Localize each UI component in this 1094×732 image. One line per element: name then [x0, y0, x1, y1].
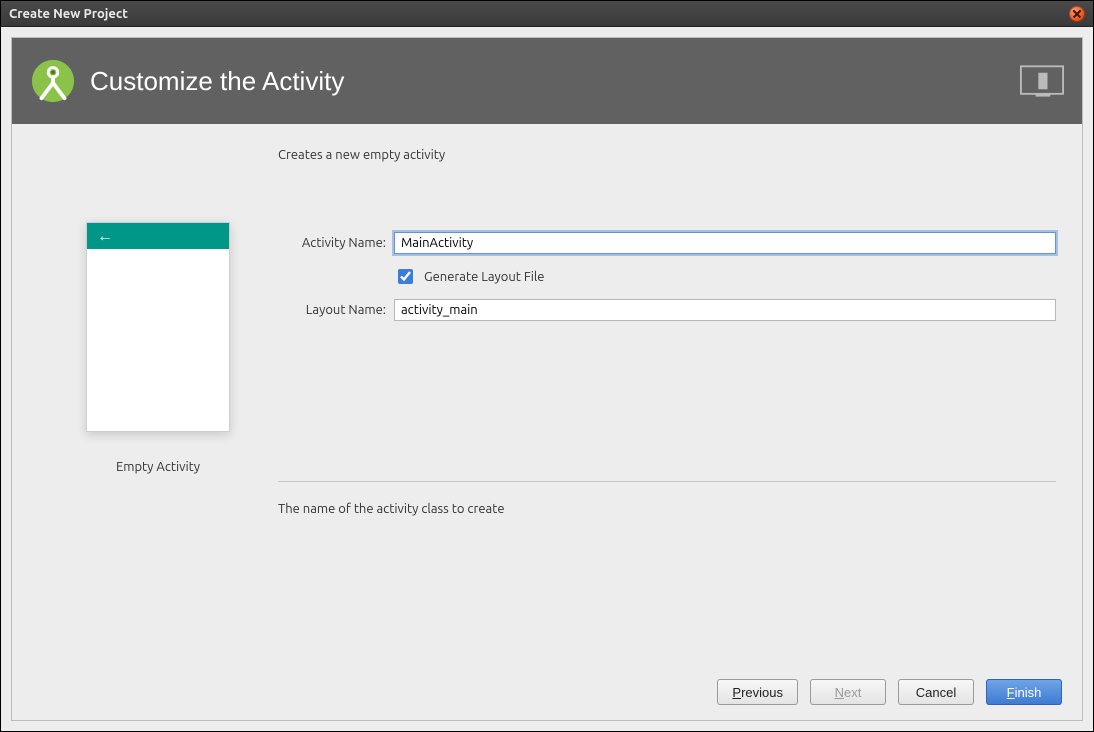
layout-name-input[interactable]: [394, 299, 1056, 321]
page-title: Customize the Activity: [90, 66, 1020, 97]
config-form: Activity Name: Generate Layout File Layo…: [278, 232, 1056, 321]
wizard-footer: Previous Next Cancel Finish: [12, 664, 1082, 720]
separator: [278, 481, 1056, 482]
android-studio-icon: [30, 58, 76, 104]
device-frame-icon: [1020, 65, 1064, 97]
finish-button[interactable]: Finish: [986, 679, 1062, 705]
activity-name-input[interactable]: [394, 232, 1056, 254]
generate-layout-checkbox[interactable]: [398, 269, 413, 284]
layout-name-label: Layout Name:: [306, 303, 386, 317]
activity-name-label: Activity Name:: [302, 236, 386, 250]
wizard-header: Customize the Activity: [12, 38, 1082, 124]
cancel-button[interactable]: Cancel: [898, 679, 974, 705]
template-caption: Empty Activity: [116, 460, 200, 474]
help-text: The name of the activity class to create: [278, 502, 1056, 516]
close-icon[interactable]: [1069, 6, 1085, 22]
dialog-frame: Customize the Activity ← Empty Activity …: [11, 37, 1083, 721]
titlebar: Create New Project: [1, 1, 1093, 27]
generate-layout-label: Generate Layout File: [424, 270, 544, 284]
previous-button[interactable]: Previous: [717, 679, 798, 705]
template-preview-column: ← Empty Activity: [38, 148, 278, 664]
template-description: Creates a new empty activity: [278, 148, 1056, 162]
previous-label-rest: revious: [741, 685, 783, 700]
preview-appbar: ←: [87, 223, 229, 249]
next-button: Next: [810, 679, 886, 705]
dialog-window: Create New Project Customize the Activit…: [0, 0, 1094, 732]
template-preview: ←: [86, 222, 230, 432]
window-title: Create New Project: [9, 7, 128, 21]
back-arrow-icon: ←: [97, 227, 113, 246]
